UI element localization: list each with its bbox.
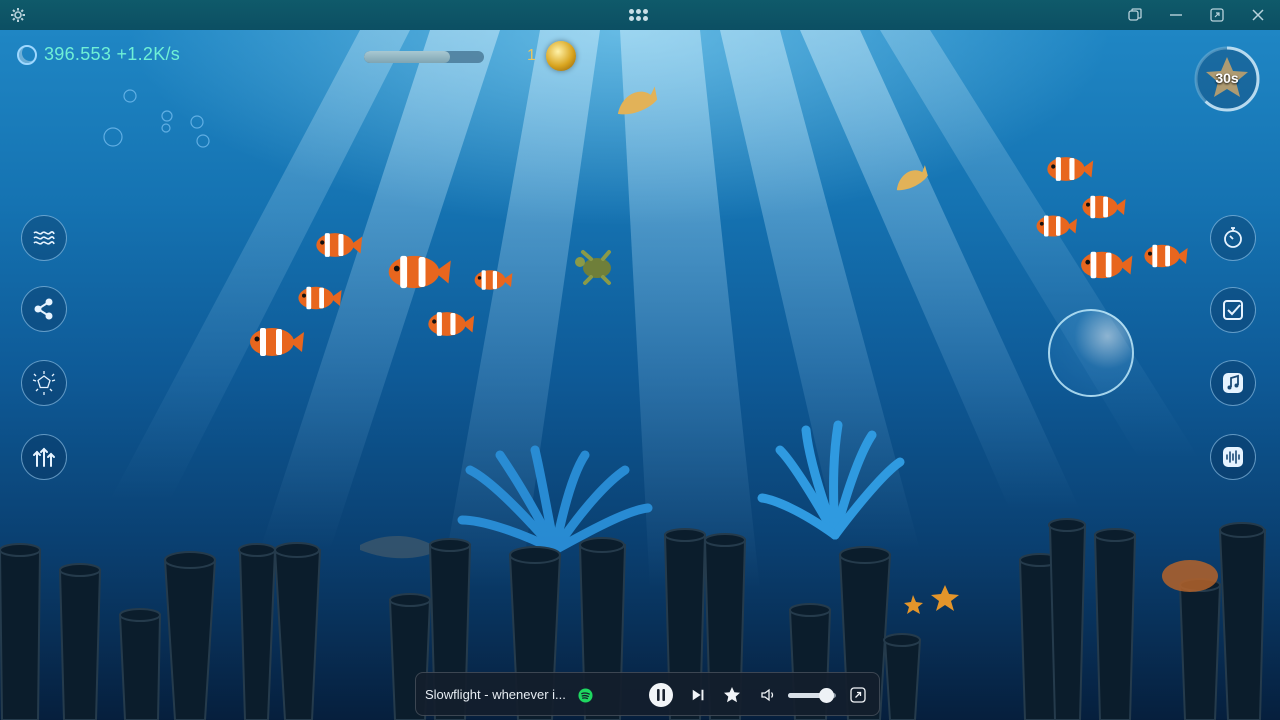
coin-counter[interactable]: 1 [527, 41, 576, 71]
progress-fill [364, 51, 451, 63]
share-button[interactable] [21, 286, 67, 332]
title-bar [0, 0, 1280, 30]
music-button[interactable] [1210, 360, 1256, 406]
clownfish [1047, 157, 1094, 181]
restore-icon[interactable] [1125, 5, 1145, 25]
clownfish [1081, 251, 1133, 279]
starfish [904, 585, 959, 614]
aquarium-scene [0, 30, 1280, 720]
clownfish [298, 286, 342, 310]
grid-dots-icon[interactable] [629, 9, 648, 21]
coin-icon [545, 41, 576, 71]
sea-lion [891, 164, 932, 194]
clownfish [316, 233, 363, 257]
skip-next-icon [692, 689, 704, 701]
volume-slider[interactable] [788, 688, 836, 703]
clownfish [388, 255, 451, 289]
resize-icon[interactable] [1207, 5, 1227, 25]
waves-icon [33, 231, 55, 245]
sea-lion [613, 85, 661, 119]
score-display: 396.553 +1.2K/s [17, 44, 180, 65]
clownfish [1144, 244, 1188, 268]
settings-gear-icon[interactable] [8, 5, 28, 25]
share-icon [34, 298, 53, 320]
star-icon [724, 687, 740, 703]
clownfish [1082, 195, 1126, 219]
starfish-timer[interactable]: 30s [1193, 45, 1261, 113]
open-external-button[interactable] [849, 686, 867, 704]
soundwave-icon [1223, 447, 1243, 467]
sliders-icon [33, 447, 55, 467]
minimize-icon[interactable] [1166, 5, 1186, 25]
clownfish [428, 312, 475, 336]
clownfish [474, 270, 513, 290]
anemone [457, 445, 653, 555]
resize-icon [850, 687, 866, 703]
timer-label: 30s [1215, 70, 1239, 86]
tasks-button[interactable] [1210, 287, 1256, 333]
spotify-icon[interactable] [577, 687, 593, 703]
waves-button[interactable] [21, 215, 67, 261]
track-title: Slowflight - whenever i... [425, 687, 566, 702]
sparkle-pentagon-icon [32, 371, 56, 395]
effects-button[interactable] [21, 360, 67, 406]
bubble-icon [17, 44, 37, 65]
music-note-icon [1223, 373, 1243, 393]
shark [360, 535, 440, 559]
next-track-button[interactable] [690, 687, 706, 703]
clownfish [1036, 215, 1077, 237]
pause-button[interactable] [649, 683, 673, 707]
collect-bubble[interactable] [1048, 309, 1134, 397]
speaker-icon [761, 688, 774, 702]
volume-button[interactable] [759, 686, 777, 704]
anemone [757, 420, 905, 540]
clownfish [250, 328, 304, 356]
checkbox-icon [1223, 300, 1243, 320]
adjust-button[interactable] [21, 434, 67, 480]
pause-icon [657, 689, 665, 701]
media-player: Slowflight - whenever i... [415, 672, 880, 716]
score-value: 396.553 +1.2K/s [44, 44, 181, 64]
sea-turtle [575, 250, 611, 285]
stopwatch-button[interactable] [1210, 215, 1256, 261]
favorite-button[interactable] [723, 686, 741, 704]
volume-knob[interactable] [819, 688, 835, 703]
level-progress-bar [364, 51, 484, 63]
stopwatch-icon [1224, 227, 1242, 248]
ambient-sound-button[interactable] [1210, 434, 1256, 480]
brain-coral [1162, 560, 1218, 592]
coin-count: 1 [527, 47, 536, 64]
close-icon[interactable] [1248, 5, 1268, 25]
